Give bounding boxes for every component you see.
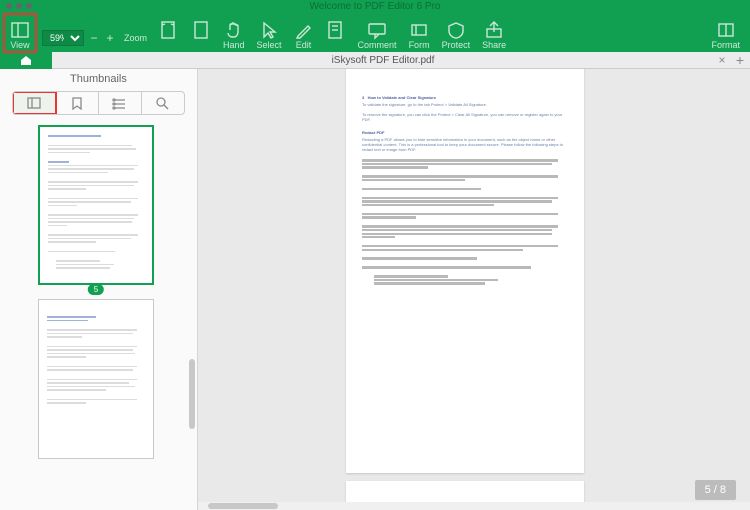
main-area: Thumbnails — [0, 69, 750, 510]
home-icon — [19, 54, 33, 66]
bookmarks-tab[interactable] — [56, 92, 99, 114]
page-5: 3 How to Validate and Clear Signature To… — [346, 69, 584, 473]
zoom-label: Zoom — [124, 33, 147, 43]
select-button[interactable]: Select — [251, 14, 288, 52]
format-icon — [716, 20, 736, 40]
select-label: Select — [257, 40, 282, 50]
share-button[interactable]: Share — [476, 14, 512, 52]
comment-icon — [367, 20, 387, 40]
sidebar-title: Thumbnails — [0, 69, 197, 89]
thumbnails-icon — [26, 96, 42, 110]
select-icon — [259, 20, 279, 40]
thumbnail-page-label: 5 — [88, 284, 104, 295]
thumbnail-list[interactable]: 5 — [0, 121, 197, 510]
form-icon — [409, 20, 429, 40]
zoom-out-button[interactable]: − — [88, 31, 100, 45]
share-label: Share — [482, 40, 506, 50]
fit-button[interactable] — [153, 14, 185, 52]
thumbnails-tab[interactable] — [13, 92, 56, 114]
form-button[interactable]: Form — [403, 14, 436, 52]
horizontal-scrollbar-thumb[interactable] — [208, 503, 278, 509]
main-toolbar: View 59% − + Zoom Hand Select Edit Comme… — [0, 12, 750, 52]
sidebar-tabs — [12, 91, 185, 115]
hand-label: Hand — [223, 40, 245, 50]
thumbnail-page-6[interactable] — [38, 299, 154, 459]
bookmark-icon — [69, 96, 85, 110]
comment-label: Comment — [358, 40, 397, 50]
sidebar-scrollbar[interactable] — [189, 359, 195, 429]
format-label: Format — [711, 40, 740, 50]
outline-icon — [112, 96, 128, 110]
close-tab-button[interactable]: × — [714, 53, 730, 67]
protect-button[interactable]: Protect — [436, 14, 477, 52]
hand-icon — [224, 20, 244, 40]
new-tab-button[interactable]: + — [730, 52, 750, 68]
edit-icon — [294, 20, 314, 40]
view-label: View — [10, 40, 29, 50]
view-button[interactable]: View — [4, 14, 36, 52]
zoom-in-button[interactable]: + — [104, 31, 116, 45]
outline-tab[interactable] — [99, 92, 142, 114]
zoom-group: 59% − + Zoom — [36, 30, 153, 52]
edit-button[interactable]: Edit — [288, 14, 320, 52]
search-tab[interactable] — [142, 92, 184, 114]
view-icon — [10, 20, 30, 40]
thumbnail-page-5[interactable]: 5 — [38, 125, 154, 285]
protect-icon — [446, 20, 466, 40]
text-icon — [326, 20, 346, 40]
zoom-select[interactable]: 59% — [42, 30, 84, 46]
protect-label: Protect — [442, 40, 471, 50]
search-icon — [155, 96, 171, 110]
format-button[interactable]: Format — [705, 14, 746, 52]
form-label: Form — [409, 40, 430, 50]
text-button[interactable] — [320, 14, 352, 52]
document-title: iSkysoft PDF Editor.pdf — [52, 55, 714, 66]
horizontal-scrollbar[interactable] — [198, 502, 750, 510]
document-viewer[interactable]: 3 How to Validate and Clear Signature To… — [198, 69, 750, 510]
welcome-text: Welcome to PDF Editor 6 Pro — [0, 1, 750, 12]
hand-button[interactable]: Hand — [217, 14, 251, 52]
page-button[interactable] — [185, 14, 217, 52]
fit-icon — [159, 20, 179, 40]
page-icon — [191, 20, 211, 40]
page-indicator[interactable]: 5 / 8 — [695, 480, 736, 500]
share-icon — [484, 20, 504, 40]
edit-label: Edit — [296, 40, 312, 50]
home-tab[interactable] — [0, 52, 52, 69]
tab-bar: iSkysoft PDF Editor.pdf × + — [0, 52, 750, 69]
sidebar: Thumbnails — [0, 69, 198, 510]
comment-button[interactable]: Comment — [352, 14, 403, 52]
